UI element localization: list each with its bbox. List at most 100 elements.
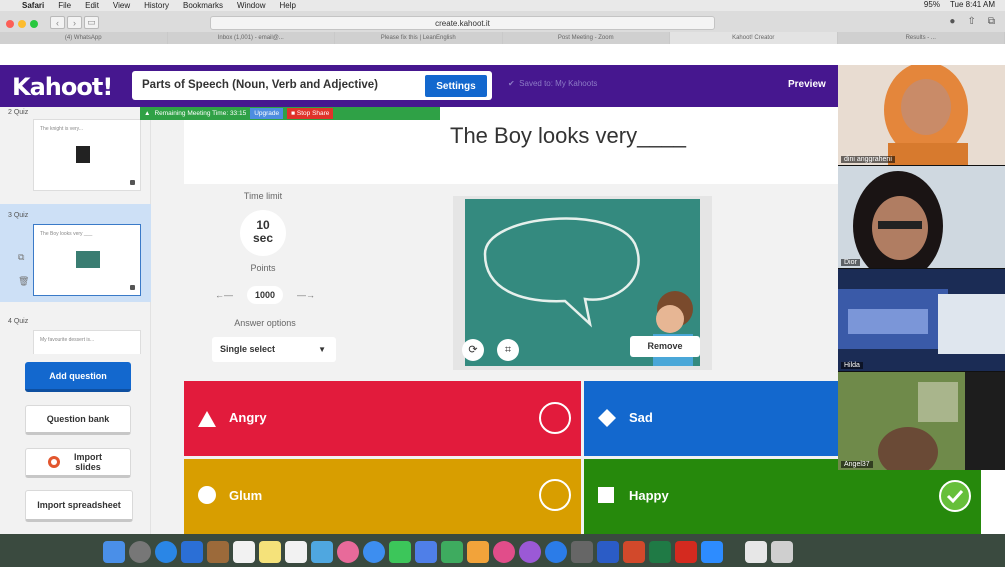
participant-video[interactable]: Hilda <box>838 269 1005 371</box>
system-preferences-icon[interactable] <box>571 541 593 563</box>
slide-thumbnail[interactable]: The Boy looks very ___ <box>33 224 141 296</box>
safari-icon[interactable] <box>155 541 177 563</box>
trash-icon[interactable]: 🗑 <box>18 276 29 287</box>
browser-tab[interactable]: (4) WhatsApp <box>0 32 168 44</box>
menu-safari[interactable]: Safari <box>22 1 44 10</box>
page-top-strip <box>0 44 838 65</box>
documents-icon[interactable] <box>745 541 767 563</box>
excel-icon[interactable] <box>649 541 671 563</box>
mail-icon[interactable] <box>181 541 203 563</box>
answer-option-1[interactable]: Angry <box>184 381 581 456</box>
points-decrease-icon[interactable]: ←— <box>215 290 233 300</box>
launchpad-icon[interactable] <box>129 541 151 563</box>
slide-item[interactable]: 2 Quiz The knight is very... <box>0 107 151 197</box>
answer-text[interactable]: Sad <box>629 410 653 425</box>
participant-video[interactable]: Angel37 <box>838 372 1005 470</box>
preview-button[interactable]: Preview <box>788 79 826 90</box>
upgrade-button[interactable]: Upgrade <box>250 108 284 119</box>
replace-image-icon[interactable]: ⟳ <box>462 339 484 361</box>
slide-item-selected[interactable]: 3 Quiz ⧉ 🗑 The Boy looks very ___ <box>0 204 151 302</box>
podcasts-icon[interactable] <box>519 541 541 563</box>
contacts-icon[interactable] <box>207 541 229 563</box>
triangle-icon <box>198 411 216 427</box>
participant-video[interactable]: Dior <box>838 166 1005 268</box>
menu-history[interactable]: History <box>144 1 169 10</box>
sidebar-toggle-icon[interactable]: ▭ <box>84 16 99 29</box>
answer-option-4[interactable]: Happy <box>584 459 981 534</box>
mac-dock <box>0 534 1005 567</box>
import-spreadsheet-button[interactable]: Import spreadsheet <box>25 490 133 522</box>
answer-text[interactable]: Angry <box>229 410 267 425</box>
slide-preview-text: The knight is very... <box>40 126 83 132</box>
menu-window[interactable]: Window <box>237 1 265 10</box>
maps-icon[interactable] <box>311 541 333 563</box>
zoom-icon[interactable] <box>701 541 723 563</box>
menu-bookmarks[interactable]: Bookmarks <box>183 1 223 10</box>
browser-tab-active[interactable]: Kahoot! Creator <box>670 32 838 44</box>
address-bar[interactable]: create.kahoot.it <box>210 16 715 30</box>
music-icon[interactable] <box>493 541 515 563</box>
slide-item[interactable]: 4 Quiz My favourite dessert is... <box>0 314 151 354</box>
menu-file[interactable]: File <box>58 1 71 10</box>
browser-tab[interactable]: Results - ... <box>837 32 1005 44</box>
caret-down-icon: ▼ <box>318 345 326 354</box>
browser-tab[interactable]: Please fix this | LeanEnglish <box>335 32 503 44</box>
slide-thumbnail[interactable]: My favourite dessert is... <box>33 330 141 354</box>
app-store-icon[interactable] <box>545 541 567 563</box>
finder-icon[interactable] <box>103 541 125 563</box>
slide-image <box>76 251 100 268</box>
reminders-icon[interactable] <box>285 541 307 563</box>
answer-text[interactable]: Glum <box>229 488 262 503</box>
share-icon[interactable]: ⇧ <box>967 16 975 27</box>
acrobat-icon[interactable] <box>675 541 697 563</box>
menu-edit[interactable]: Edit <box>85 1 99 10</box>
clock[interactable]: Tue 8:41 AM <box>950 0 995 9</box>
browser-tab[interactable]: Inbox (1,001) - email@... <box>167 32 335 44</box>
menu-help[interactable]: Help <box>279 1 295 10</box>
messages-icon[interactable] <box>363 541 385 563</box>
trash-icon[interactable] <box>771 541 793 563</box>
answer-type-select[interactable]: Single select ▼ <box>212 337 336 362</box>
tabs-icon[interactable]: ⧉ <box>988 16 995 27</box>
slide-thumbnail[interactable]: The knight is very... <box>33 119 141 191</box>
zoom-window-button[interactable] <box>30 20 38 28</box>
remove-image-button[interactable]: Remove <box>630 336 700 357</box>
crop-image-icon[interactable]: ⌗ <box>497 339 519 361</box>
browser-tab[interactable]: Post Meeting - Zoom <box>502 32 670 44</box>
duplicate-icon[interactable]: ⧉ <box>18 252 24 263</box>
answer-option-2[interactable]: Sad <box>584 381 838 456</box>
question-bank-button[interactable]: Question bank <box>25 405 131 435</box>
kahoot-logo[interactable]: Kahoot! <box>12 73 113 101</box>
download-icon[interactable]: ● <box>949 16 955 27</box>
question-text[interactable]: The Boy looks very____ <box>450 123 686 149</box>
answer-text[interactable]: Happy <box>629 488 669 503</box>
correct-toggle[interactable] <box>539 479 571 511</box>
participant-name: Dior <box>841 259 860 266</box>
calendar-icon[interactable] <box>233 541 255 563</box>
correct-check-icon[interactable] <box>938 479 972 513</box>
points-value[interactable]: 1000 <box>246 286 284 304</box>
notes-icon[interactable] <box>259 541 281 563</box>
points-increase-icon[interactable]: —→ <box>297 290 315 300</box>
settings-button[interactable]: Settings <box>424 74 488 98</box>
photos-icon[interactable] <box>337 541 359 563</box>
facetime-icon[interactable] <box>389 541 411 563</box>
close-window-button[interactable] <box>6 20 14 28</box>
minimize-window-button[interactable] <box>18 20 26 28</box>
word-icon[interactable] <box>597 541 619 563</box>
time-limit-selector[interactable]: 10 sec <box>240 210 286 256</box>
add-question-button[interactable]: Add question <box>25 362 131 392</box>
numbers-icon[interactable] <box>441 541 463 563</box>
correct-toggle[interactable] <box>539 402 571 434</box>
keynote-icon[interactable] <box>467 541 489 563</box>
stop-share-button[interactable]: ■ Stop Share <box>287 108 334 119</box>
answer-option-3[interactable]: Glum <box>184 459 581 534</box>
back-icon[interactable]: ‹ <box>50 16 65 29</box>
pages-icon[interactable] <box>415 541 437 563</box>
forward-icon[interactable]: › <box>67 16 82 29</box>
participant-video[interactable]: dini anggraheni <box>838 65 1005 165</box>
battery-percent[interactable]: 95% <box>924 0 940 9</box>
powerpoint-icon[interactable] <box>623 541 645 563</box>
import-slides-button[interactable]: Import slides <box>25 448 131 478</box>
menu-view[interactable]: View <box>113 1 130 10</box>
